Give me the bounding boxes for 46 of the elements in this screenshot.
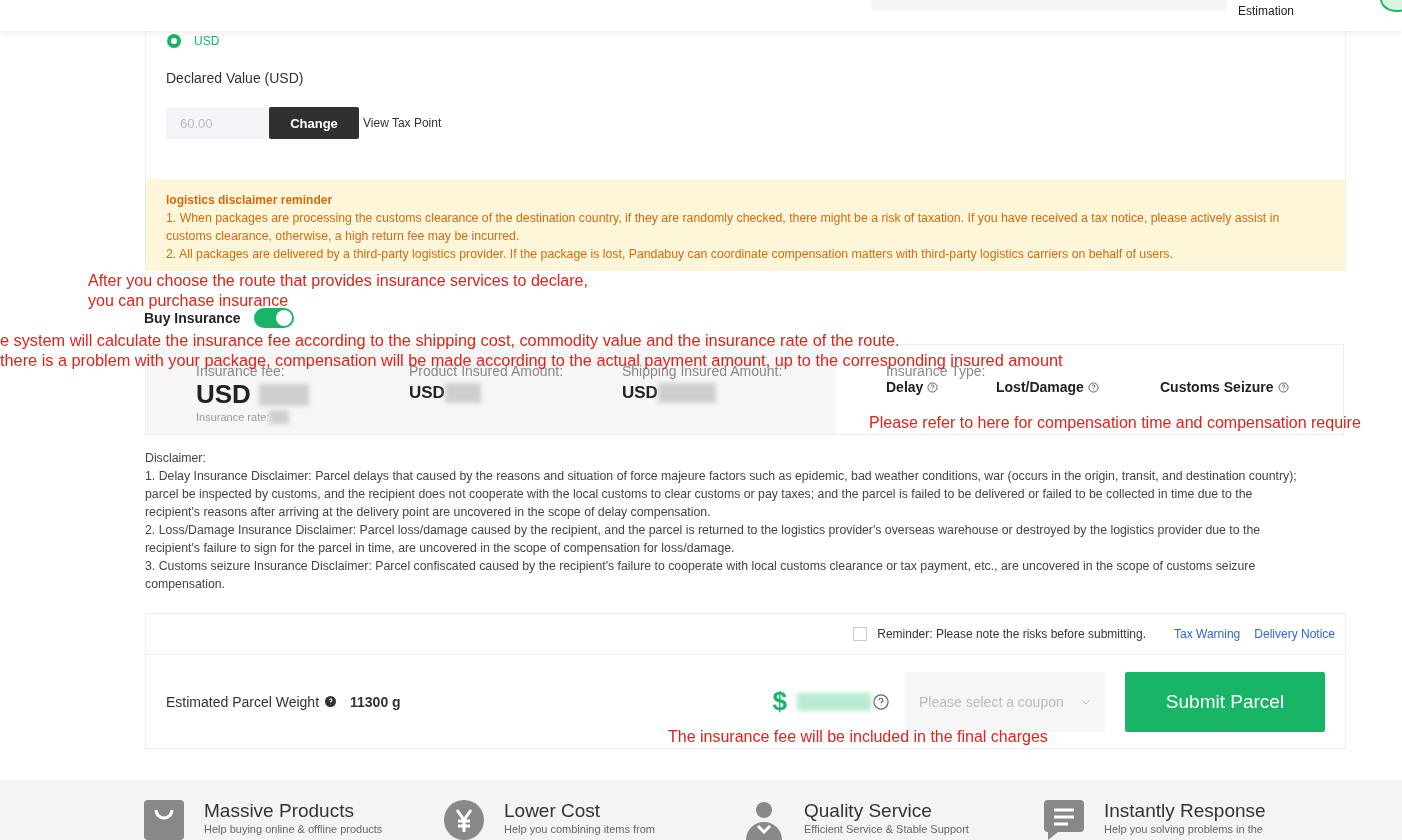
radio-button[interactable] <box>167 34 181 48</box>
weight-value: 11300 g <box>350 693 401 710</box>
blurred-value <box>444 383 481 403</box>
insurance-type: Delay <box>886 379 924 395</box>
help-icon[interactable] <box>873 693 889 710</box>
disclaimer-title: Disclaimer: <box>145 450 207 467</box>
annotation-text: Please refer to here for compensation time and compensation require <box>869 413 1361 433</box>
change-button[interactable]: Change <box>269 107 359 139</box>
insurance-rate-label: Insurance rate: <box>196 411 270 423</box>
feature-title: Lower Cost <box>504 800 602 822</box>
currency-sign: $ <box>772 686 787 717</box>
feature-title: Instantly Response <box>1104 800 1266 822</box>
notice-link[interactable]: Tax Warning <box>1174 627 1241 641</box>
reminder-text: 2. All packages are delivered by a third-party logistics provider. If the package is lost, Pandabuy can coordinate compensation matters with third-party logistics carriers on behalf of users. <box>166 246 1174 263</box>
feature-title: Massive Products <box>204 800 355 822</box>
reminder-checkbox[interactable] <box>853 627 868 641</box>
estimation-label[interactable]: Estimation <box>1238 4 1295 18</box>
blurred-value <box>269 410 290 424</box>
insurance-type: Customs Seizure <box>1160 379 1274 395</box>
feature-subtitle: Help buying online & offline products <box>204 822 383 836</box>
feature-title: Quality Service <box>804 800 933 822</box>
blurred-value <box>657 383 716 403</box>
reminder-text: Reminder: Please note the risks before submitting. <box>877 627 1147 641</box>
weight-label: Estimated Parcel Weight <box>166 693 320 710</box>
disclaimer-text: 2. Loss/Damage Insurance Disclaimer: Parcel loss/damage caused by the recipient, and the parcel is returned to the logistics provider's overseas warehouse or destroyed by the logistics provider due to the recipient's failure to sign for the parcel in time, are uncovered in the scope of compensation for loss/damage. <box>145 522 1262 557</box>
buy-insurance-label: Buy Insurance <box>144 310 241 326</box>
feature-subtitle: Efficient Service & Stable Support <box>804 822 969 836</box>
reminder-title: logistics disclaimer reminder <box>166 192 334 209</box>
annotation-text: After you choose the route that provides insurance services to declare, you can purchase insurance <box>88 271 588 311</box>
disclaimer-text: 3. Customs seizure Insurance Disclaimer: Parcel confiscated caused by the recipient's failure to cooperate with local customs clearance or tax payment, etc., are uncovered in the scope of customs seizure compensation. <box>145 558 1257 593</box>
shipping-currency: USD <box>622 383 658 403</box>
insurance-toggle[interactable] <box>254 308 295 328</box>
feature-subtitle: Help you combining items from <box>504 822 655 836</box>
fee-currency: USD <box>196 379 251 410</box>
reminder-text: 1. When packages are processing the customs clearance of the destination country, if they are randomly checked, there might be a risk of taxation. If you have received a tax notice, please actively assist in customs clearance, otherwise, a high return fee may be incurred. <box>166 210 1281 245</box>
disclaimer-text: 1. Delay Insurance Disclaimer: Parcel delays that caused by the reasons and situation of force majeure factors such as epidemic, bad weather conditions, war (occurs in the origin, transit, and destination country); parcel be inspected by customs, and the recipient does not cooperate with the local customs to clear customs or pay taxes; and the parcel is failed to be delivered or failed to be collected in time due to the recipient's reasons after arriving at the delivery point are uncovered in the scope of delay compensation. <box>145 468 1298 521</box>
blurred-value <box>258 383 309 406</box>
help-icon[interactable] <box>325 696 337 707</box>
feature-subtitle: Help you solving problems in the <box>1104 822 1264 836</box>
insurance-type: Lost/Damage <box>996 379 1084 395</box>
notice-link[interactable]: Delivery Notice <box>1254 627 1335 641</box>
product-currency: USD <box>409 383 445 403</box>
currency-option[interactable]: USD <box>194 34 220 48</box>
view-tax-point-link[interactable]: View Tax Point <box>363 116 442 130</box>
chevron-down-icon <box>1081 698 1091 705</box>
declared-value-label: Declared Value (USD) <box>165 69 305 86</box>
